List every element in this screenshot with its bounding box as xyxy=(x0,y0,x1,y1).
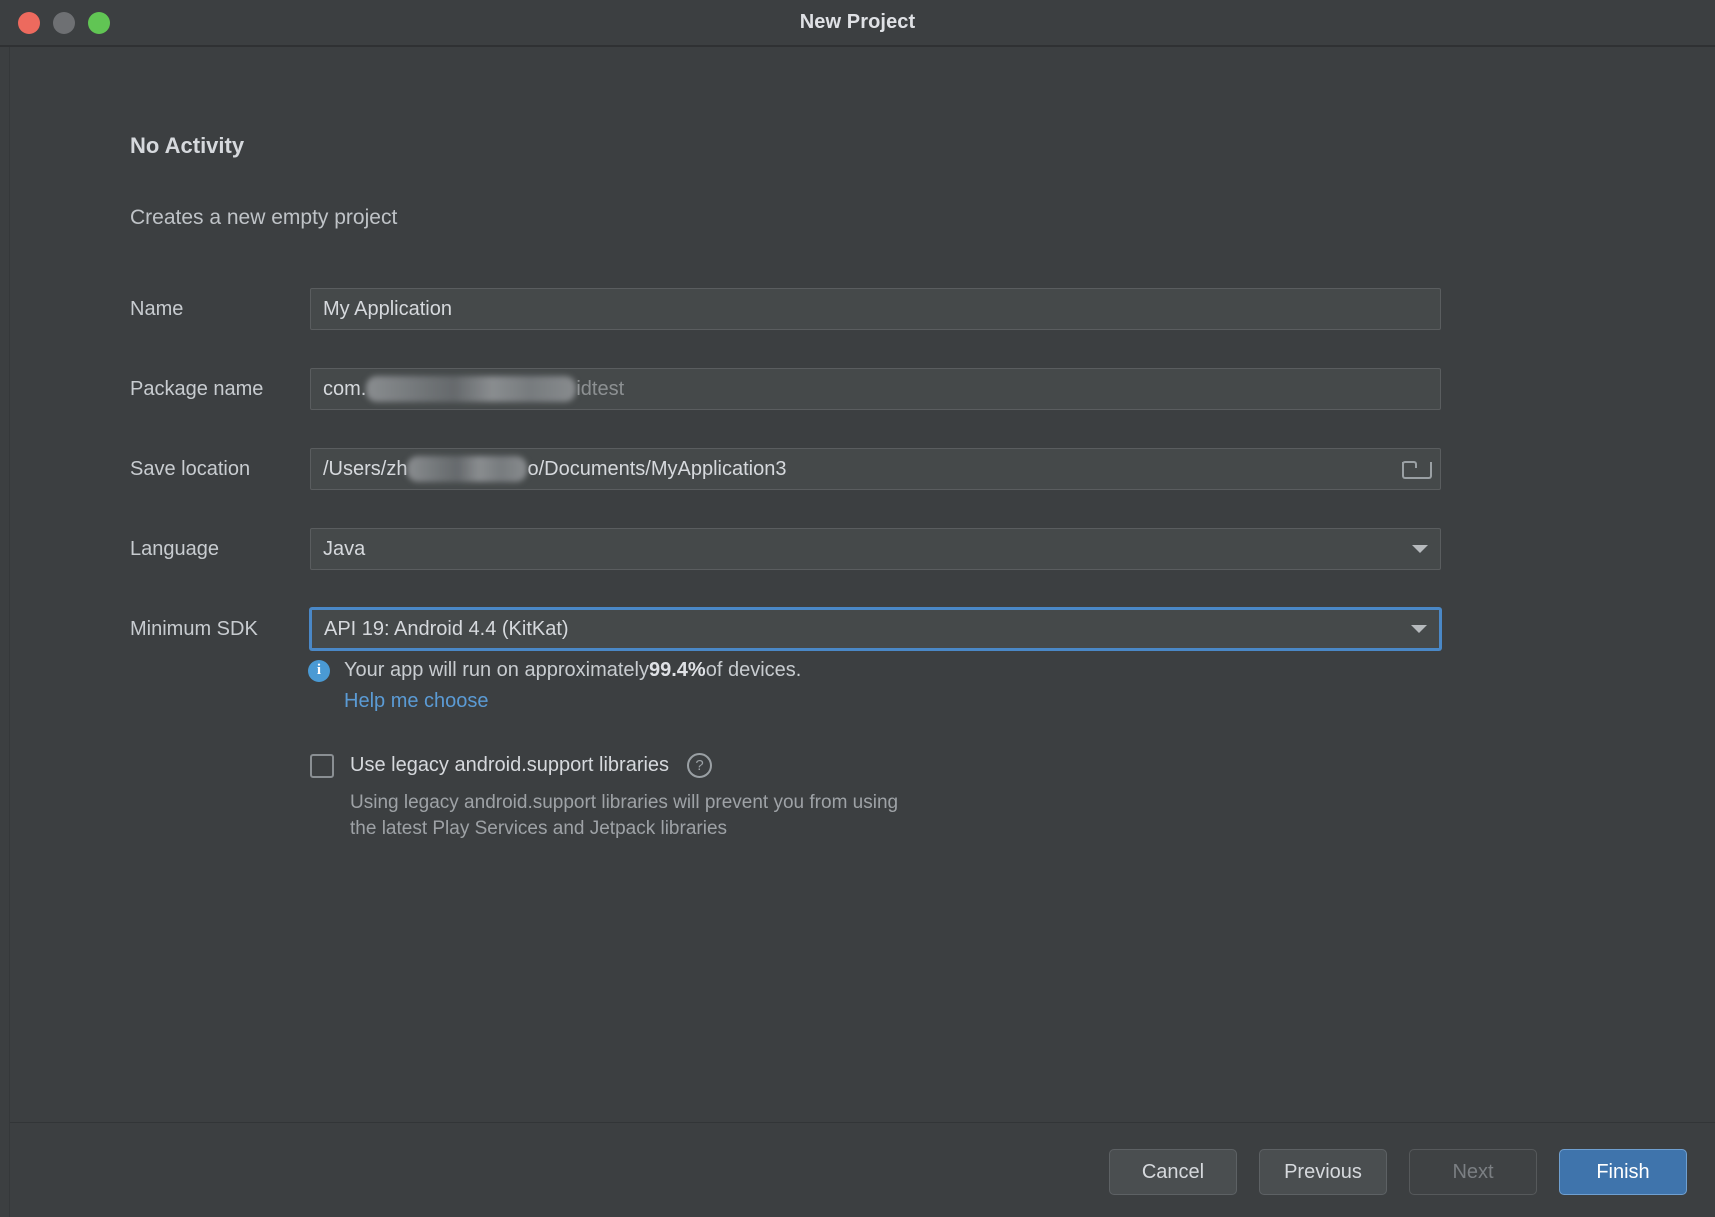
save-location-suffix: o/Documents/MyApplication3 xyxy=(527,457,787,480)
finish-button[interactable]: Finish xyxy=(1559,1149,1687,1195)
folder-icon[interactable] xyxy=(1402,459,1432,479)
cancel-button[interactable]: Cancel xyxy=(1109,1149,1237,1195)
minimum-sdk-label: Minimum SDK xyxy=(130,617,258,640)
minimum-sdk-select-value: API 19: Android 4.4 (KitKat) xyxy=(324,617,569,640)
name-label: Name xyxy=(130,297,184,320)
question-mark-icon[interactable]: ? xyxy=(687,753,713,778)
save-location-prefix: /Users/zh xyxy=(323,457,408,480)
footer-divider xyxy=(10,1122,1715,1123)
language-select[interactable]: Java xyxy=(310,528,1441,570)
dialog-footer: Cancel Previous Next Finish xyxy=(1109,1149,1687,1195)
package-name-field-wrap: com. idtest xyxy=(310,368,1441,410)
sdk-coverage-text-after: of devices. xyxy=(705,659,802,681)
save-location-label: Save location xyxy=(130,457,251,480)
sdk-coverage-text-before: Your app will run on approximately xyxy=(344,659,649,681)
window-title: New Project xyxy=(799,11,916,33)
legacy-libraries-row: Use legacy android.support libraries ? xyxy=(310,753,898,778)
legacy-libraries-hint-line2: the latest Play Services and Jetpack lib… xyxy=(350,818,728,839)
package-name-label: Package name xyxy=(130,377,264,400)
close-window-button[interactable] xyxy=(18,11,40,34)
page-title: No Activity xyxy=(130,133,245,158)
row-language: Language Java xyxy=(0,509,1715,589)
language-field-wrap: Java xyxy=(310,528,1441,570)
save-location-field-wrap: /Users/zh o/Documents/MyApplication3 xyxy=(310,448,1441,490)
dialog-body: No Activity Creates a new empty project … xyxy=(0,47,1715,1217)
help-me-choose-link[interactable]: Help me choose xyxy=(344,690,489,713)
package-name-suffix: idtest xyxy=(576,377,625,400)
chevron-down-icon[interactable] xyxy=(1412,545,1428,553)
legacy-libraries-hint: Using legacy android.support libraries w… xyxy=(350,790,898,842)
sdk-coverage-percent: 99.4% xyxy=(649,659,706,681)
project-form: Name My Application Package name com. idt… xyxy=(0,269,1715,669)
name-input-value: My Application xyxy=(323,297,452,320)
previous-button[interactable]: Previous xyxy=(1259,1149,1387,1195)
package-name-redaction xyxy=(366,376,577,402)
legacy-libraries-checkbox[interactable] xyxy=(310,753,334,778)
maximize-window-button[interactable] xyxy=(88,11,110,34)
name-input[interactable]: My Application xyxy=(310,288,1441,330)
language-select-value: Java xyxy=(323,537,366,560)
window-controls xyxy=(18,11,110,34)
sdk-coverage-line: i Your app will run on approximately 99.… xyxy=(308,659,801,682)
legacy-libraries-block: Use legacy android.support libraries ? U… xyxy=(310,753,898,842)
package-name-value: com. idtest xyxy=(323,376,624,402)
package-name-input[interactable]: com. idtest xyxy=(310,368,1441,410)
next-button: Next xyxy=(1409,1149,1537,1195)
save-location-value: /Users/zh o/Documents/MyApplication3 xyxy=(323,456,786,482)
language-label: Language xyxy=(130,537,219,560)
package-name-prefix: com. xyxy=(323,377,367,400)
name-field-wrap: My Application xyxy=(310,288,1441,330)
chevron-down-icon[interactable] xyxy=(1411,625,1427,633)
row-name: Name My Application xyxy=(0,269,1715,349)
title-bar: New Project xyxy=(0,0,1715,45)
save-location-input[interactable]: /Users/zh o/Documents/MyApplication3 xyxy=(310,448,1441,490)
minimum-sdk-select[interactable]: API 19: Android 4.4 (KitKat) xyxy=(310,608,1441,650)
new-project-dialog: New Project No Activity Creates a new em… xyxy=(0,0,1715,1217)
sdk-coverage-info: i Your app will run on approximately 99.… xyxy=(308,659,801,713)
row-save-location: Save location /Users/zh o/Documents/MyApp… xyxy=(0,429,1715,509)
row-minimum-sdk: Minimum SDK API 19: Android 4.4 (KitKat) xyxy=(0,589,1715,669)
legacy-libraries-hint-line1: Using legacy android.support libraries w… xyxy=(350,792,899,813)
row-package-name: Package name com. idtest xyxy=(0,349,1715,429)
minimize-window-button[interactable] xyxy=(53,11,75,34)
page-description: Creates a new empty project xyxy=(130,206,398,229)
minimum-sdk-field-wrap: API 19: Android 4.4 (KitKat) xyxy=(310,608,1441,650)
save-location-redaction xyxy=(407,456,528,482)
legacy-libraries-label[interactable]: Use legacy android.support libraries xyxy=(350,754,669,777)
info-icon: i xyxy=(308,659,330,682)
